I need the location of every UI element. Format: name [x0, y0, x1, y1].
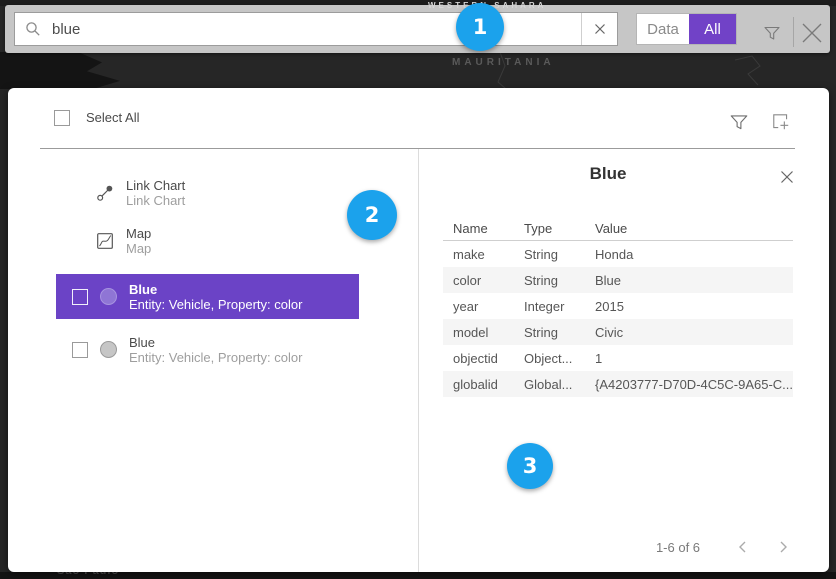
filter-funnel-icon	[729, 112, 749, 132]
result-item-checkbox[interactable]	[72, 342, 88, 358]
table-row: color String Blue	[443, 267, 793, 293]
result-item-text: Link Chart Link Chart	[126, 178, 185, 208]
table-row: year Integer 2015	[443, 293, 793, 319]
chevron-right-icon	[774, 538, 792, 556]
cell-value: Civic	[595, 325, 793, 340]
cell-name: make	[453, 247, 524, 262]
cell-name: year	[453, 299, 524, 314]
attribute-table-header: Name Type Value	[443, 216, 793, 241]
callout-badge-3: 3	[507, 443, 553, 489]
map-label-mauritania: MAURITANIA	[452, 57, 555, 68]
select-all-checkbox[interactable]	[54, 110, 70, 126]
cell-type: Object...	[524, 351, 595, 366]
clear-x-icon	[594, 23, 606, 35]
attribute-table: Name Type Value make String Honda color …	[443, 216, 793, 397]
search-overlay-screen: WESTERN SAHARA MAURITANIA São Paulo Data…	[0, 0, 836, 579]
table-row: model String Civic	[443, 319, 793, 345]
cell-value: Blue	[595, 273, 793, 288]
result-item-blue-selected[interactable]: Blue Entity: Vehicle, Property: color	[56, 274, 359, 319]
result-item-map[interactable]: Map Map	[56, 218, 359, 263]
cell-type: String	[524, 273, 595, 288]
toolbar-filter-button[interactable]	[759, 20, 785, 46]
cell-type: Global...	[524, 377, 595, 392]
detail-title: Blue	[458, 164, 758, 184]
column-header-name: Name	[453, 221, 524, 236]
entity-circle-icon	[100, 341, 117, 358]
clear-search-button[interactable]	[581, 13, 617, 45]
result-item-blue[interactable]: Blue Entity: Vehicle, Property: color	[56, 327, 359, 372]
result-item-text: Blue Entity: Vehicle, Property: color	[129, 282, 302, 312]
map-icon	[96, 232, 114, 250]
table-row: make String Honda	[443, 241, 793, 267]
pagination-label: 1-6 of 6	[638, 540, 718, 555]
scope-toggle: Data All	[636, 13, 737, 45]
table-row: globalid Global... {A4203777-D70D-4C5C-9…	[443, 371, 793, 397]
scope-all-button[interactable]: All	[689, 14, 736, 44]
column-header-type: Type	[524, 221, 595, 236]
close-x-icon	[780, 170, 794, 184]
toolbar-divider	[793, 17, 794, 47]
results-filter-button[interactable]	[729, 112, 749, 132]
callout-badge-2: 2	[347, 190, 397, 240]
result-item-title: Map	[126, 226, 151, 241]
result-item-text: Map Map	[126, 226, 151, 256]
callout-badge-1: 1	[456, 3, 504, 51]
result-item-subtitle: Entity: Vehicle, Property: color	[129, 297, 302, 312]
search-icon	[25, 21, 41, 37]
pagination-prev-button[interactable]	[734, 538, 752, 556]
table-row: objectid Object... 1	[443, 345, 793, 371]
cell-value: 1	[595, 351, 793, 366]
result-item-subtitle: Entity: Vehicle, Property: color	[129, 350, 302, 365]
search-results-panel: Select All Link Chart Link Char	[8, 88, 829, 572]
result-item-checkbox[interactable]	[72, 289, 88, 305]
cell-value: {A4203777-D70D-4C5C-9A65-C...	[595, 377, 793, 392]
result-item-subtitle: Map	[126, 241, 151, 256]
cell-name: globalid	[453, 377, 524, 392]
close-x-icon	[801, 22, 823, 44]
cell-value: Honda	[595, 247, 793, 262]
map-boundary-lines	[0, 52, 836, 89]
map-bottom-strip	[0, 572, 836, 579]
search-toolbar: Data All	[5, 5, 830, 53]
detail-close-button[interactable]	[778, 168, 796, 186]
cell-name: objectid	[453, 351, 524, 366]
result-item-link-chart[interactable]: Link Chart Link Chart	[56, 170, 359, 215]
result-item-subtitle: Link Chart	[126, 193, 185, 208]
chevron-left-icon	[734, 538, 752, 556]
filter-funnel-icon	[763, 24, 781, 42]
cell-type: Integer	[524, 299, 595, 314]
cell-type: String	[524, 325, 595, 340]
select-all-label: Select All	[86, 110, 139, 125]
cell-type: String	[524, 247, 595, 262]
search-box[interactable]	[14, 12, 618, 46]
cell-name: model	[453, 325, 524, 340]
toolbar-close-button[interactable]	[799, 20, 825, 46]
result-item-title: Link Chart	[126, 178, 185, 193]
scope-data-button[interactable]: Data	[637, 14, 689, 44]
cell-value: 2015	[595, 299, 793, 314]
cell-name: color	[453, 273, 524, 288]
result-item-title: Blue	[129, 282, 302, 297]
result-item-text: Blue Entity: Vehicle, Property: color	[129, 335, 302, 365]
column-header-value: Value	[595, 221, 793, 236]
pagination-next-button[interactable]	[774, 538, 792, 556]
list-detail-divider	[418, 149, 419, 572]
entity-circle-icon	[100, 288, 117, 305]
result-item-title: Blue	[129, 335, 302, 350]
add-selection-icon	[771, 112, 791, 132]
link-chart-icon	[96, 184, 114, 202]
add-to-selection-button[interactable]	[771, 112, 791, 132]
